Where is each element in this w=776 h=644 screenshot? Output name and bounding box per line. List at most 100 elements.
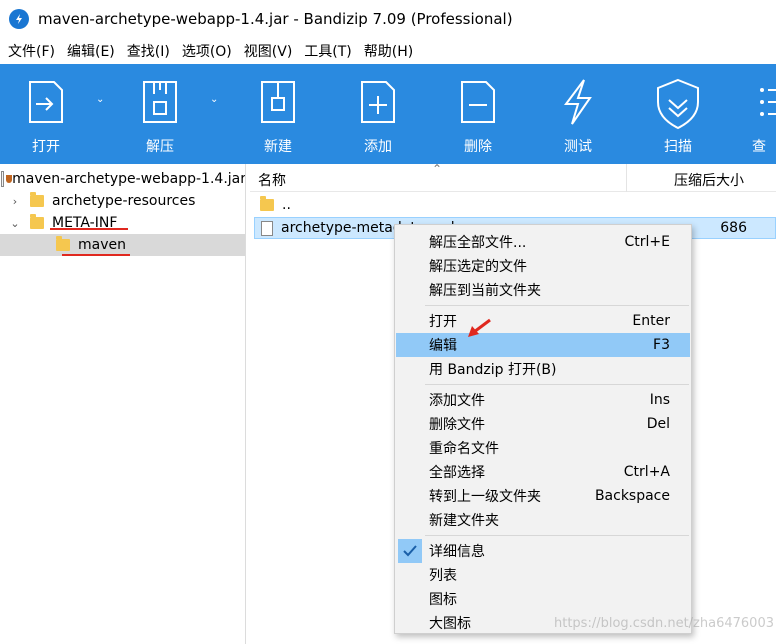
menu-item-shortcut: Ctrl+E <box>624 234 671 250</box>
menu-item-label: 详细信息 <box>429 544 485 560</box>
menu-extract-selected[interactable]: 解压选定的文件 <box>396 254 690 278</box>
tree-item-maven[interactable]: maven <box>0 234 245 256</box>
menu-item-label: 编辑 <box>429 338 457 354</box>
menu-item-shortcut: Backspace <box>594 488 670 504</box>
menu-extract-all[interactable]: 解压全部文件... Ctrl+E <box>396 230 690 254</box>
menu-item-shortcut: Del <box>646 416 670 432</box>
tree-item-archetype-resources[interactable]: › archetype-resources <box>0 190 245 212</box>
tree-item-meta-inf[interactable]: ⌄ META-INF <box>0 212 245 234</box>
menu-separator <box>425 384 689 385</box>
jar-file-icon <box>0 171 14 187</box>
menu-delete-files[interactable]: 删除文件 Del <box>396 412 690 436</box>
folder-icon <box>260 196 274 211</box>
menu-item-shortcut: Ctrl+A <box>623 464 670 480</box>
open-label: 打开 <box>32 139 60 155</box>
menu-new-folder[interactable]: 新建文件夹 <box>396 508 690 532</box>
watermark-text: https://blog.csdn.net/zha6476003 <box>554 616 774 631</box>
menu-item-label: 转到上一级文件夹 <box>429 489 541 505</box>
checkmark-icon <box>398 539 422 563</box>
tree-root[interactable]: maven-archetype-webapp-1.4.jar <box>0 168 246 190</box>
menu-item-label: 解压全部文件... <box>429 235 527 251</box>
red-annotation-underline <box>50 228 128 230</box>
menu-item-shortcut: Enter <box>632 313 670 329</box>
delete-file-icon <box>461 81 495 123</box>
column-divider[interactable] <box>626 164 627 192</box>
view-label: 查 <box>752 139 766 155</box>
toolbar: 打开 ⌄ 解压 ⌄ 新建 添加 删除 测试 扫描 查 <box>0 64 776 164</box>
menu-item-label: 添加文件 <box>429 393 485 409</box>
menu-edit-item[interactable]: 编辑 F3 <box>396 333 690 357</box>
view-button[interactable]: 查 <box>738 64 776 164</box>
folder-icon <box>30 192 44 207</box>
menu-rename-file[interactable]: 重命名文件 <box>396 436 690 460</box>
menu-item-label: 解压到当前文件夹 <box>429 283 541 299</box>
menu-list-view[interactable]: 列表 <box>396 563 690 587</box>
menu-item-label: 新建文件夹 <box>429 513 499 529</box>
column-size-header[interactable]: 压缩后大小 <box>674 170 744 190</box>
bandizip-app-icon <box>9 9 29 29</box>
scan-label: 扫描 <box>664 139 692 155</box>
new-zip-icon <box>261 81 295 123</box>
tree-item-label: archetype-resources <box>52 193 196 209</box>
menu-options[interactable]: 选项(O) <box>182 41 232 61</box>
new-label: 新建 <box>264 139 292 155</box>
open-dropdown-chevron-icon[interactable]: ⌄ <box>96 94 104 105</box>
menu-open-with-bandzip[interactable]: 用 Bandzip 打开(B) <box>396 357 690 381</box>
add-file-icon <box>361 81 395 123</box>
scan-button[interactable]: 扫描 <box>638 64 718 164</box>
shield-check-icon <box>657 78 699 130</box>
delete-button[interactable]: 删除 <box>438 64 518 164</box>
folder-tree: maven-archetype-webapp-1.4.jar › archety… <box>0 164 246 644</box>
open-button[interactable]: 打开 <box>6 64 86 164</box>
menu-separator <box>425 535 689 536</box>
menu-details-view[interactable]: 详细信息 <box>396 539 690 563</box>
extract-dropdown-chevron-icon[interactable]: ⌄ <box>210 94 218 105</box>
menu-item-label: 删除文件 <box>429 417 485 433</box>
folder-icon <box>30 214 44 229</box>
menu-item-label: 列表 <box>429 568 457 584</box>
menu-open[interactable]: 打开 Enter <box>396 309 690 333</box>
folder-icon <box>56 236 70 251</box>
title-bar: maven-archetype-webapp-1.4.jar - Bandizi… <box>0 0 776 38</box>
red-arrow-icon <box>468 318 491 337</box>
tree-item-label: maven <box>78 237 126 253</box>
add-label: 添加 <box>364 139 392 155</box>
extract-zip-icon <box>143 81 177 123</box>
expand-chevron-icon[interactable]: › <box>8 195 22 208</box>
menu-edit[interactable]: 编辑(E) <box>67 41 115 61</box>
file-name: .. <box>282 197 291 213</box>
menu-select-all[interactable]: 全部选择 Ctrl+A <box>396 460 690 484</box>
menu-bar: 文件(F) 编辑(E) 查找(I) 选项(O) 视图(V) 工具(T) 帮助(H… <box>0 38 776 64</box>
menu-go-up[interactable]: 转到上一级文件夹 Backspace <box>396 484 690 508</box>
add-button[interactable]: 添加 <box>338 64 418 164</box>
menu-add-files[interactable]: 添加文件 Ins <box>396 388 690 412</box>
extract-button[interactable]: 解压 <box>120 64 200 164</box>
new-archive-button[interactable]: 新建 <box>238 64 318 164</box>
column-name-header[interactable]: 名称 <box>258 170 286 190</box>
menu-file[interactable]: 文件(F) <box>8 41 55 61</box>
menu-item-shortcut: F3 <box>653 337 670 353</box>
menu-find[interactable]: 查找(I) <box>127 41 170 61</box>
menu-item-label: 图标 <box>429 592 457 608</box>
file-row-parent[interactable]: .. <box>254 194 776 216</box>
menu-view[interactable]: 视图(V) <box>244 41 293 61</box>
tree-root-label: maven-archetype-webapp-1.4.jar <box>12 171 246 187</box>
menu-item-label: 全部选择 <box>429 465 485 481</box>
menu-icon-view[interactable]: 图标 <box>396 587 690 611</box>
menu-help[interactable]: 帮助(H) <box>364 41 413 61</box>
menu-separator <box>425 305 689 306</box>
menu-item-label: 用 Bandzip 打开(B) <box>429 362 557 378</box>
file-size: 686 <box>720 220 747 236</box>
test-label: 测试 <box>564 139 592 155</box>
test-button[interactable]: 测试 <box>538 64 618 164</box>
menu-item-shortcut: Ins <box>649 392 670 408</box>
menu-extract-here[interactable]: 解压到当前文件夹 <box>396 278 690 302</box>
lightning-bolt-icon <box>564 79 592 125</box>
document-icon <box>261 220 273 236</box>
menu-tools[interactable]: 工具(T) <box>304 41 351 61</box>
delete-label: 删除 <box>464 139 492 155</box>
collapse-chevron-icon[interactable]: ⌄ <box>8 217 22 230</box>
open-icon <box>29 81 63 123</box>
window-title: maven-archetype-webapp-1.4.jar - Bandizi… <box>38 10 513 28</box>
red-annotation-underline <box>62 254 130 256</box>
